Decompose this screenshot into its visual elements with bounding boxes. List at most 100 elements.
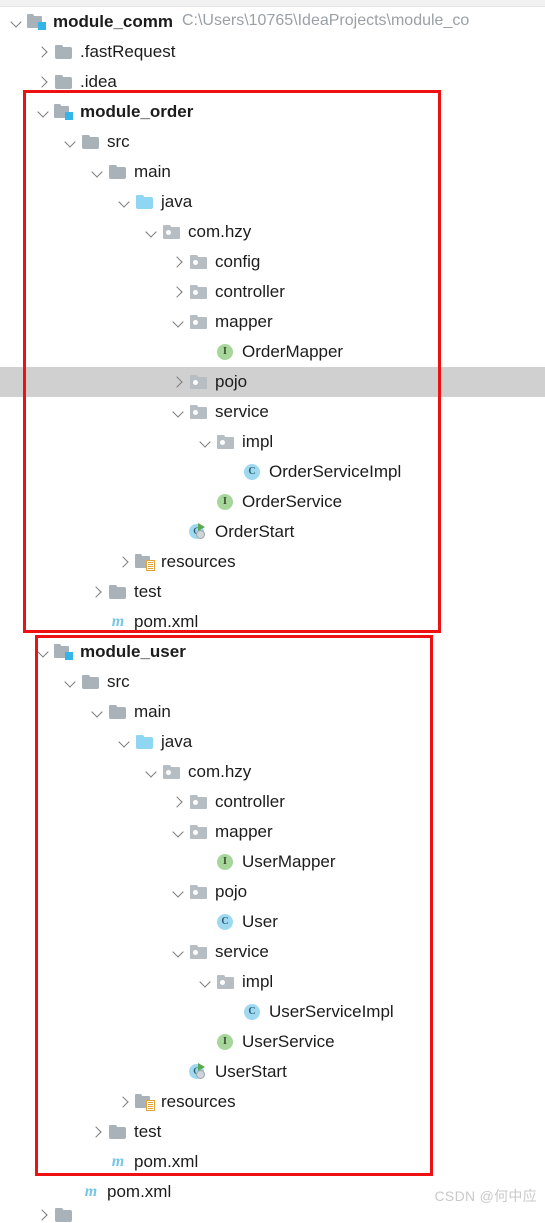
chevron-down-icon[interactable] bbox=[144, 765, 159, 780]
package-icon bbox=[189, 403, 209, 421]
tree-row[interactable]: I OrderService bbox=[0, 487, 545, 517]
class-icon: C bbox=[243, 463, 263, 481]
folder-icon bbox=[54, 1207, 74, 1223]
chevron-down-icon[interactable] bbox=[63, 135, 78, 150]
tree-row[interactable] bbox=[0, 1207, 545, 1223]
tree-row[interactable]: com.hzy bbox=[0, 757, 545, 787]
chevron-right-icon[interactable] bbox=[117, 1095, 132, 1110]
package-icon bbox=[216, 973, 236, 991]
chevron-down-icon[interactable] bbox=[171, 945, 186, 960]
chevron-right-icon[interactable] bbox=[36, 75, 51, 90]
tree-row[interactable]: module_order bbox=[0, 97, 545, 127]
tree-row-label: User bbox=[242, 911, 278, 931]
tree-row-label: pom.xml bbox=[134, 1151, 199, 1171]
no-chevron-spacer bbox=[225, 465, 240, 480]
chevron-right-icon[interactable] bbox=[171, 285, 186, 300]
tree-row[interactable]: com.hzy bbox=[0, 217, 545, 247]
tree-row[interactable]: service bbox=[0, 937, 545, 967]
tree-row[interactable]: controller bbox=[0, 787, 545, 817]
tree-row[interactable]: pojo bbox=[0, 877, 545, 907]
tree-row[interactable]: resources bbox=[0, 547, 545, 577]
tree-row[interactable]: config bbox=[0, 247, 545, 277]
tree-row[interactable]: java bbox=[0, 187, 545, 217]
folder-icon bbox=[54, 73, 74, 91]
chevron-right-icon[interactable] bbox=[171, 375, 186, 390]
tree-row[interactable]: pojo bbox=[0, 367, 545, 397]
tree-row[interactable]: main bbox=[0, 697, 545, 727]
tree-row-label: UserService bbox=[242, 1031, 335, 1051]
tree-row-label: controller bbox=[215, 791, 285, 811]
tree-row[interactable]: .idea bbox=[0, 67, 545, 97]
chevron-right-icon[interactable] bbox=[171, 255, 186, 270]
tree-row[interactable]: impl bbox=[0, 967, 545, 997]
tree-row[interactable]: C UserStart bbox=[0, 1057, 545, 1087]
chevron-down-icon[interactable] bbox=[144, 225, 159, 240]
tree-row-label: module_user bbox=[80, 641, 186, 661]
tree-row-label: service bbox=[215, 941, 269, 961]
tree-row[interactable]: m pom.xml bbox=[0, 607, 545, 637]
tree-row[interactable]: I UserMapper bbox=[0, 847, 545, 877]
tree-row[interactable]: controller bbox=[0, 277, 545, 307]
tree-row[interactable]: src bbox=[0, 127, 545, 157]
tree-row[interactable]: C User bbox=[0, 907, 545, 937]
chevron-down-icon[interactable] bbox=[171, 315, 186, 330]
tree-row[interactable]: m pom.xml bbox=[0, 1147, 545, 1177]
chevron-down-icon[interactable] bbox=[198, 975, 213, 990]
tree-row[interactable]: C OrderStart bbox=[0, 517, 545, 547]
module-folder-icon bbox=[54, 643, 74, 661]
chevron-down-icon[interactable] bbox=[171, 405, 186, 420]
project-tree[interactable]: module_comm C:\Users\10765\IdeaProjects\m… bbox=[0, 7, 545, 1223]
tree-row-label: OrderStart bbox=[215, 521, 295, 541]
tree-row[interactable]: test bbox=[0, 577, 545, 607]
no-chevron-spacer bbox=[90, 1155, 105, 1170]
tree-row[interactable]: service bbox=[0, 397, 545, 427]
tree-row[interactable]: C UserServiceImpl bbox=[0, 997, 545, 1027]
tree-row-label: resources bbox=[161, 1091, 236, 1111]
resources-folder-icon bbox=[135, 1093, 155, 1111]
chevron-down-icon[interactable] bbox=[90, 705, 105, 720]
tree-row[interactable]: resources bbox=[0, 1087, 545, 1117]
chevron-right-icon[interactable] bbox=[117, 555, 132, 570]
tree-row[interactable]: main bbox=[0, 157, 545, 187]
chevron-down-icon[interactable] bbox=[90, 165, 105, 180]
chevron-down-icon[interactable] bbox=[117, 735, 132, 750]
tree-row[interactable]: module_comm C:\Users\10765\IdeaProjects\m… bbox=[0, 7, 545, 37]
chevron-right-icon[interactable] bbox=[171, 795, 186, 810]
tree-row-label: src bbox=[107, 131, 130, 151]
maven-icon: m bbox=[84, 1183, 98, 1200]
tree-row[interactable]: mapper bbox=[0, 307, 545, 337]
tree-row[interactable]: I UserService bbox=[0, 1027, 545, 1057]
chevron-down-icon[interactable] bbox=[171, 825, 186, 840]
tree-row[interactable]: impl bbox=[0, 427, 545, 457]
tree-row[interactable]: mapper bbox=[0, 817, 545, 847]
tree-row[interactable]: java bbox=[0, 727, 545, 757]
chevron-down-icon[interactable] bbox=[117, 195, 132, 210]
tree-row[interactable]: module_user bbox=[0, 637, 545, 667]
chevron-down-icon[interactable] bbox=[171, 885, 186, 900]
chevron-right-icon[interactable] bbox=[90, 585, 105, 600]
tree-row-label: controller bbox=[215, 281, 285, 301]
tree-row[interactable]: I OrderMapper bbox=[0, 337, 545, 367]
tree-row-label: config bbox=[215, 251, 261, 271]
chevron-down-icon[interactable] bbox=[36, 645, 51, 660]
chevron-down-icon[interactable] bbox=[36, 105, 51, 120]
chevron-down-icon[interactable] bbox=[63, 675, 78, 690]
chevron-right-icon[interactable] bbox=[36, 1208, 51, 1223]
project-path-label: C:\Users\10765\IdeaProjects\module_co bbox=[181, 12, 470, 29]
chevron-down-icon[interactable] bbox=[9, 15, 24, 30]
tree-row-label: java bbox=[161, 731, 193, 751]
chevron-down-icon[interactable] bbox=[198, 435, 213, 450]
tree-row[interactable]: test bbox=[0, 1117, 545, 1147]
tree-row-label: main bbox=[134, 701, 171, 721]
tree-row-label: com.hzy bbox=[188, 761, 252, 781]
tree-row[interactable]: C OrderServiceImpl bbox=[0, 457, 545, 487]
tree-row-label: OrderService bbox=[242, 491, 343, 511]
tree-row-label: src bbox=[107, 671, 130, 691]
module-folder-icon bbox=[54, 103, 74, 121]
chevron-right-icon[interactable] bbox=[90, 1125, 105, 1140]
tree-row-label: impl bbox=[242, 971, 274, 991]
chevron-right-icon[interactable] bbox=[36, 45, 51, 60]
tree-row[interactable]: src bbox=[0, 667, 545, 697]
package-icon bbox=[189, 253, 209, 271]
tree-row[interactable]: .fastRequest bbox=[0, 37, 545, 67]
